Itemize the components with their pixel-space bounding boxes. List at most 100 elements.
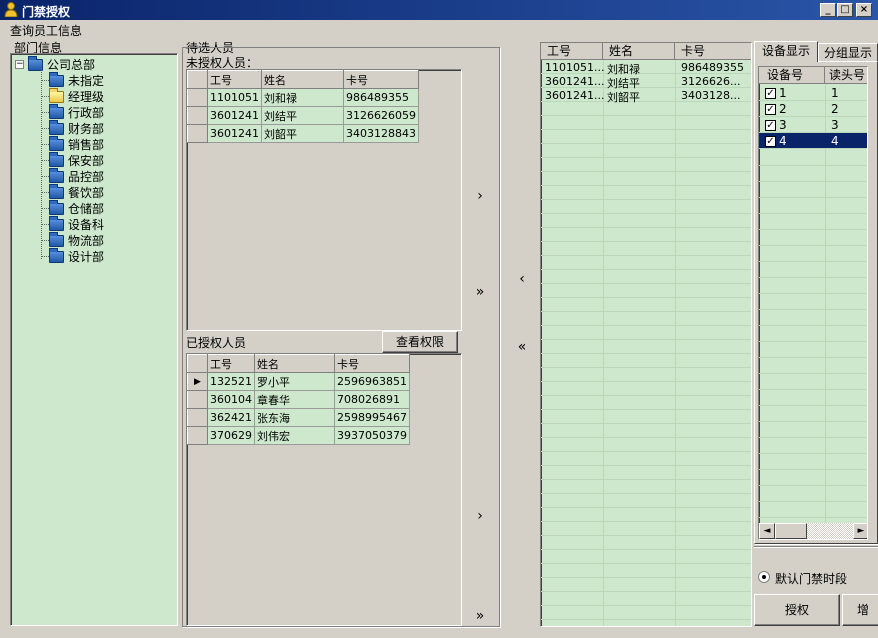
col-name[interactable]: 姓名 xyxy=(261,70,344,89)
table-cell[interactable]: 刘韶平 xyxy=(261,124,344,143)
add-button[interactable]: 增 xyxy=(842,594,878,626)
table-row[interactable]: 3601241 刘韶平 3403128843 xyxy=(187,124,419,143)
tree-item[interactable]: 品控部 xyxy=(41,167,104,184)
row-indicator[interactable] xyxy=(187,426,208,445)
tree-item[interactable]: 设备科 xyxy=(41,215,104,232)
row-indicator[interactable] xyxy=(187,88,208,107)
tree-item[interactable]: 财务部 xyxy=(41,119,104,136)
col-emp-id[interactable]: 工号 xyxy=(207,70,262,89)
tree-item[interactable]: 物流部 xyxy=(41,231,105,248)
sel-col-emp-id[interactable]: 工号 xyxy=(541,43,603,60)
checkbox-icon[interactable]: ✓ xyxy=(765,104,776,115)
default-period-radio[interactable] xyxy=(758,571,770,583)
tab-group-display[interactable]: 分组显示 xyxy=(818,43,878,62)
selected-cell[interactable]: 3601241... xyxy=(545,89,604,102)
table-row[interactable]: ▶ 132521 罗小平 2596963851 xyxy=(187,372,410,391)
table-cell[interactable]: 罗小平 xyxy=(254,372,335,391)
scroll-thumb[interactable] xyxy=(775,523,807,539)
row-indicator[interactable] xyxy=(187,390,208,409)
table-cell[interactable]: 3126626059 xyxy=(343,106,419,125)
table-row[interactable]: 362421 张东海 2598995467 xyxy=(187,408,410,427)
device-row[interactable]: ✓ 1 1 xyxy=(759,85,867,101)
device-row[interactable]: ✓ 4 4 xyxy=(759,133,867,149)
row-indicator[interactable] xyxy=(187,106,208,125)
folder-icon xyxy=(49,119,64,135)
checkbox-icon[interactable]: ✓ xyxy=(765,120,776,131)
col-emp-id[interactable]: 工号 xyxy=(207,354,255,373)
table-cell[interactable]: 张东海 xyxy=(254,408,335,427)
row-indicator[interactable] xyxy=(187,124,208,143)
table-cell[interactable]: 3937050379 xyxy=(334,426,410,445)
device-row[interactable]: ✓ 2 2 xyxy=(759,101,867,117)
window-title: 门禁授权 xyxy=(22,5,71,19)
tree-item[interactable]: 行政部 xyxy=(41,103,104,120)
table-cell[interactable]: 708026891 xyxy=(334,390,410,409)
dev-col-reader[interactable]: 读头号 xyxy=(825,67,867,84)
table-cell[interactable]: 刘和禄 xyxy=(261,88,344,107)
table-cell[interactable]: 刘结平 xyxy=(261,106,344,125)
table-row[interactable]: 1101051 刘和禄 986489355 xyxy=(187,88,419,107)
table-row[interactable]: 3601241 刘结平 3126626059 xyxy=(187,106,419,125)
minimize-button[interactable]: _ xyxy=(820,3,836,17)
table-cell[interactable]: 3601241 xyxy=(207,124,262,143)
table-cell[interactable]: 132521 xyxy=(207,372,255,391)
tree-root[interactable]: − 公司总部 xyxy=(15,55,95,72)
table-cell[interactable]: 362421 xyxy=(207,408,255,427)
col-card[interactable]: 卡号 xyxy=(343,70,419,89)
selected-cell[interactable]: 1101051... xyxy=(545,61,604,74)
sel-col-name[interactable]: 姓名 xyxy=(603,43,675,60)
dev-col-device[interactable]: 设备号 xyxy=(759,67,825,84)
table-row[interactable]: 360104 章春华 708026891 xyxy=(187,390,410,409)
col-name[interactable]: 姓名 xyxy=(254,354,335,373)
col-card[interactable]: 卡号 xyxy=(334,354,410,373)
scroll-track[interactable] xyxy=(807,523,853,539)
table-cell[interactable]: 3403128843 xyxy=(343,124,419,143)
move-one-left-button[interactable]: ‹ xyxy=(512,271,532,287)
tree-item[interactable]: 保安部 xyxy=(41,151,104,168)
tree-item-label: 未指定 xyxy=(68,74,105,88)
selected-cell[interactable]: 刘韶平 xyxy=(607,89,640,105)
device-row[interactable]: ✓ 3 3 xyxy=(759,117,867,133)
selected-cell[interactable]: 3403128... xyxy=(681,89,740,102)
table-cell[interactable]: 360104 xyxy=(207,390,255,409)
table-row[interactable]: 370629 刘伟宏 3937050379 xyxy=(187,426,410,445)
checkbox-icon[interactable]: ✓ xyxy=(765,88,776,99)
tree-item-label: 物流部 xyxy=(68,234,105,248)
move-one-right-button[interactable]: › xyxy=(470,188,490,204)
tree-item[interactable]: 经理级 xyxy=(41,87,104,104)
move-all-right-button[interactable]: » xyxy=(470,284,490,300)
row-indicator[interactable] xyxy=(187,408,208,427)
auth-move-all-button[interactable]: » xyxy=(470,608,490,624)
selected-cell[interactable]: 3601241... xyxy=(545,75,604,88)
scroll-left-button[interactable]: ◄ xyxy=(759,523,775,539)
menu-query-employee[interactable]: 查询员工信息 xyxy=(10,22,82,39)
auth-move-one-button[interactable]: › xyxy=(470,508,490,524)
table-cell[interactable]: 986489355 xyxy=(343,88,419,107)
table-cell[interactable]: 3601241 xyxy=(207,106,262,125)
table-cell[interactable]: 1101051 xyxy=(207,88,262,107)
tree-item[interactable]: 销售部 xyxy=(41,135,104,152)
scroll-right-button[interactable]: ► xyxy=(853,523,867,539)
table-cell[interactable]: 2596963851 xyxy=(334,372,410,391)
tree-item[interactable]: 未指定 xyxy=(41,71,105,88)
table-cell[interactable]: 刘伟宏 xyxy=(254,426,335,445)
close-button[interactable]: × xyxy=(856,3,872,17)
row-indicator[interactable]: ▶ xyxy=(187,372,208,391)
sel-col-card[interactable]: 卡号 xyxy=(675,43,751,60)
tree-item[interactable]: 仓储部 xyxy=(41,199,104,216)
selected-cell[interactable]: 986489355 xyxy=(681,61,744,74)
maximize-button[interactable]: □ xyxy=(837,3,853,17)
checkbox-icon[interactable]: ✓ xyxy=(765,136,776,147)
view-permission-button[interactable]: 查看权限 xyxy=(382,331,458,353)
table-cell[interactable]: 370629 xyxy=(207,426,255,445)
tab-device-display[interactable]: 设备显示 xyxy=(754,41,818,62)
move-all-left-button[interactable]: « xyxy=(512,339,532,355)
tree-item[interactable]: 设计部 xyxy=(41,247,104,264)
collapse-icon[interactable]: − xyxy=(15,60,24,69)
folder-icon xyxy=(49,199,64,215)
table-cell[interactable]: 章春华 xyxy=(254,390,335,409)
authorize-button[interactable]: 授权 xyxy=(754,594,840,626)
selected-cell[interactable]: 3126626... xyxy=(681,75,740,88)
tree-item[interactable]: 餐饮部 xyxy=(41,183,104,200)
table-cell[interactable]: 2598995467 xyxy=(334,408,410,427)
